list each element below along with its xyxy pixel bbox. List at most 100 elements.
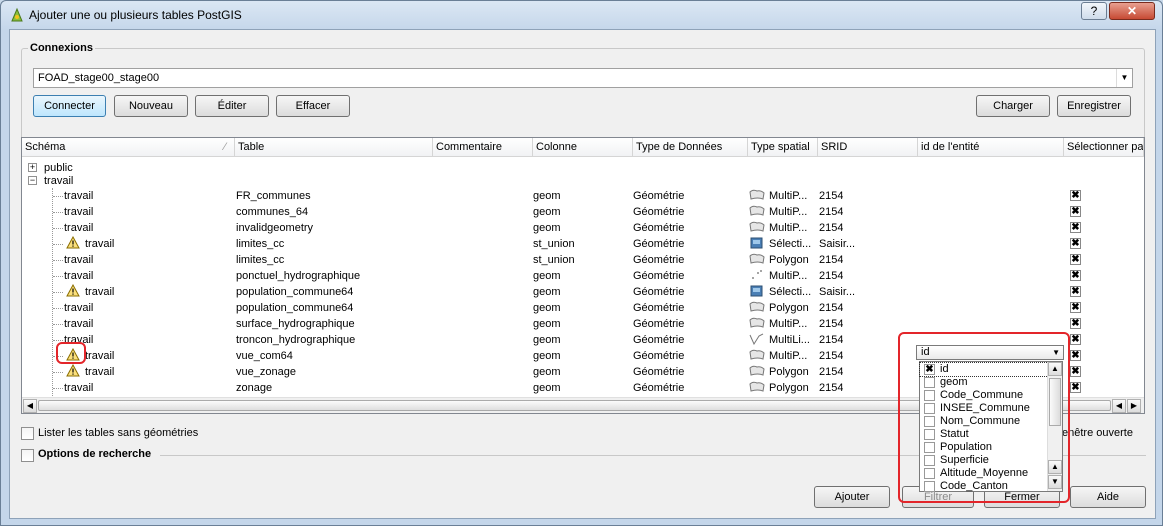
cell-spatial-type-text: MultiP... <box>769 270 808 282</box>
cell-spatial-type[interactable]: MultiP... <box>749 188 807 204</box>
connect-button[interactable]: Connecter <box>33 95 106 117</box>
column-header-srid[interactable]: SRID <box>818 138 918 157</box>
select-by-checkbox[interactable]: ✖ <box>1070 302 1081 313</box>
add-button[interactable]: Ajouter <box>814 486 890 508</box>
column-header-datatype[interactable]: Type de Données <box>633 138 748 157</box>
save-connections-button[interactable]: Enregistrer <box>1057 95 1131 117</box>
cell-spatial-type[interactable]: Polygon <box>749 252 809 268</box>
point-icon <box>752 270 762 279</box>
select-by-checkbox[interactable]: ✖ <box>1070 382 1081 393</box>
collapse-icon[interactable]: − <box>28 176 37 185</box>
cell-srid: 2154 <box>819 222 844 234</box>
column-header-comment[interactable]: Commentaire <box>433 138 533 157</box>
connections-group-title: Connexions <box>28 42 95 54</box>
cell-spatial-type[interactable]: Sélecti... <box>749 236 811 252</box>
table-row[interactable]: travail ponctuel_hydrographique geom Géomét… <box>22 268 1144 284</box>
cell-spatial-type[interactable]: MultiP... <box>749 316 807 332</box>
polygon-icon <box>749 365 765 376</box>
cell-table: communes_64 <box>236 206 309 218</box>
table-row[interactable]: travail limites_cc st_union Géométrie Sélect… <box>22 236 1144 252</box>
scroll-left-icon-2[interactable]: ◀ <box>1112 399 1126 413</box>
cell-schema: travail <box>64 252 93 268</box>
cell-spatial-type[interactable]: MultiP... <box>749 220 807 236</box>
cell-spatial-type[interactable]: MultiP... <box>749 268 807 284</box>
select-by-checkbox[interactable]: ✖ <box>1070 206 1081 217</box>
list-tables-without-geometry-checkbox[interactable] <box>21 427 34 440</box>
cell-srid: 2154 <box>819 334 844 346</box>
edit-connection-button[interactable]: Éditer <box>195 95 269 117</box>
column-header-select-by[interactable]: Sélectionner par <box>1064 138 1144 157</box>
select-by-checkbox[interactable]: ✖ <box>1070 222 1081 233</box>
select-by-checkbox[interactable]: ✖ <box>1070 366 1081 377</box>
column-header-spatial-type[interactable]: Type spatial <box>748 138 818 157</box>
cell-spatial-type[interactable]: Polygon <box>749 300 809 316</box>
cell-column: geom <box>533 302 561 314</box>
chevron-down-icon[interactable]: ▼ <box>1116 69 1132 87</box>
cell-spatial-type[interactable]: MultiP... <box>749 348 807 364</box>
polygon-icon <box>749 349 765 360</box>
cell-schema: travail <box>66 284 114 300</box>
select-by-checkbox[interactable]: ✖ <box>1070 318 1081 329</box>
cell-spatial-type-text: MultiP... <box>769 222 808 234</box>
column-header-schema[interactable]: Schéma ⁄ <box>22 138 235 157</box>
search-options-checkbox[interactable] <box>21 449 34 462</box>
cell-spatial-type[interactable]: Polygon <box>749 380 809 396</box>
new-connection-button[interactable]: Nouveau <box>114 95 188 117</box>
polygon-icon <box>749 221 765 232</box>
table-row[interactable]: travail surface_hydrographique geom Géométr… <box>22 316 1144 332</box>
table-row[interactable]: travail invalidgeometry geom Géométrie Multi… <box>22 220 1144 236</box>
cell-table: limites_cc <box>236 254 285 266</box>
cell-column: geom <box>533 366 561 378</box>
cell-schema-text: travail <box>64 382 94 394</box>
cell-schema: travail <box>64 316 93 332</box>
expand-icon[interactable]: + <box>28 163 37 172</box>
delete-connection-button[interactable]: Effacer <box>276 95 350 117</box>
table-row[interactable]: travail communes_64 geom Géométrie MultiP...… <box>22 204 1144 220</box>
cell-spatial-type[interactable]: Sélecti... <box>749 284 811 300</box>
select-by-checkbox[interactable]: ✖ <box>1070 190 1081 201</box>
cell-datatype: Géométrie <box>633 254 685 266</box>
cell-schema-text: travail <box>64 318 94 330</box>
polygon-icon <box>749 381 765 392</box>
table-row[interactable]: travail FR_communes geom Géométrie MultiP...… <box>22 188 1144 204</box>
select-by-checkbox[interactable]: ✖ <box>1070 238 1081 249</box>
tree-node-travail[interactable]: − travail <box>22 173 1144 189</box>
cell-datatype: Géométrie <box>633 366 685 378</box>
table-row[interactable]: travail population_commune64 geom Géométrie… <box>22 300 1144 316</box>
table-row[interactable]: travail limites_cc st_union Géométrie Polygo… <box>22 252 1144 268</box>
polygon-icon <box>749 317 765 328</box>
select-by-checkbox[interactable]: ✖ <box>1070 270 1081 281</box>
load-connections-button[interactable]: Charger <box>976 95 1050 117</box>
cell-schema-text: travail <box>64 270 94 282</box>
select-by-checkbox[interactable]: ✖ <box>1070 350 1081 361</box>
cell-schema-text: travail <box>85 350 115 362</box>
cell-datatype: Géométrie <box>633 334 685 346</box>
select-by-checkbox[interactable]: ✖ <box>1070 334 1081 345</box>
select-by-checkbox[interactable]: ✖ <box>1070 286 1081 297</box>
cell-table: population_commune64 <box>236 302 354 314</box>
cell-spatial-type[interactable]: Polygon <box>749 364 809 380</box>
cell-schema: travail <box>64 220 93 236</box>
help-button[interactable]: Aide <box>1070 486 1146 508</box>
scroll-left-icon[interactable]: ◀ <box>23 399 37 413</box>
search-options-label: Options de recherche <box>38 448 152 460</box>
help-title-button[interactable]: ? <box>1081 2 1107 20</box>
cell-schema: travail <box>66 236 114 252</box>
column-header-column[interactable]: Colonne <box>533 138 633 157</box>
close-window-button[interactable]: ✕ <box>1109 2 1155 20</box>
line-icon <box>749 333 764 345</box>
select-by-checkbox[interactable]: ✖ <box>1070 254 1081 265</box>
column-header-table[interactable]: Table <box>235 138 433 157</box>
polygon-icon <box>749 205 765 216</box>
warning-icon <box>66 284 80 297</box>
table-row[interactable]: travail population_commune64 geom Géométrie… <box>22 284 1144 300</box>
cell-schema: travail <box>64 188 93 204</box>
column-header-feature-id[interactable]: id de l'entité <box>918 138 1064 157</box>
cell-datatype: Géométrie <box>633 190 685 202</box>
cell-srid: 2154 <box>819 302 844 314</box>
cell-srid: 2154 <box>819 366 844 378</box>
cell-spatial-type[interactable]: MultiP... <box>749 204 807 220</box>
cell-spatial-type[interactable]: MultiLi... <box>749 332 810 348</box>
connection-select[interactable]: FOAD_stage00_stage00 ▼ <box>33 68 1133 88</box>
scroll-right-icon[interactable]: ▶ <box>1127 399 1141 413</box>
